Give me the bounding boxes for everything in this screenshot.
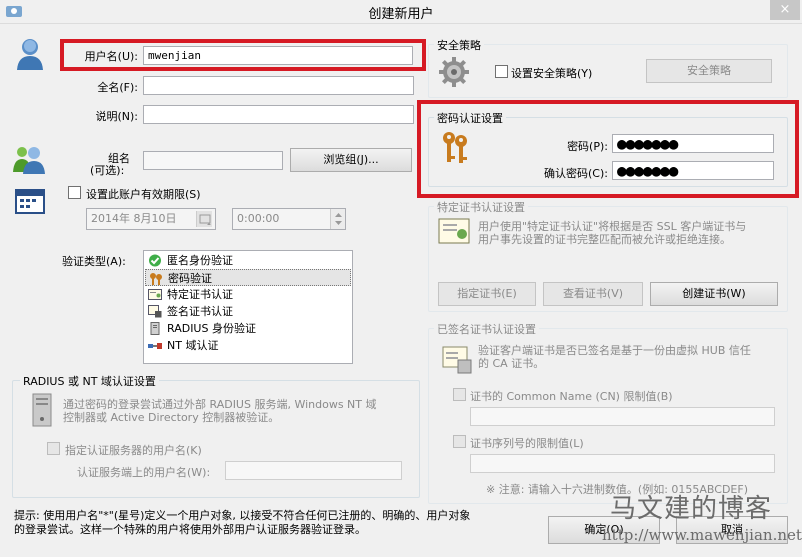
auth-type-item-label: 特定证书认证: [167, 288, 233, 301]
specify-cert-button[interactable]: 指定证书(E): [438, 282, 536, 306]
confirm-password-input[interactable]: ●●●●●●●: [612, 161, 774, 180]
cn-limit-input[interactable]: [470, 407, 775, 426]
fullname-label: 全名(F):: [97, 81, 138, 94]
password-group-title: 密码认证设置: [434, 110, 506, 126]
radius-desc-line2: 控制器或 Active Directory 控制器被验证。: [63, 411, 280, 424]
keys-icon: [440, 130, 470, 166]
security-policy-checkbox-label: 设置安全策略(Y): [511, 67, 593, 80]
network-cable-icon: [148, 339, 162, 352]
auth-type-item[interactable]: 签名证书认证: [145, 303, 351, 320]
expiry-time-input[interactable]: 0:00:00: [232, 208, 346, 230]
fullname-input[interactable]: [143, 76, 414, 95]
time-spinner[interactable]: [330, 209, 345, 229]
specify-server-username-label: 指定认证服务器的用户名(K): [65, 444, 202, 457]
signed-certificate-icon: [148, 305, 162, 318]
server-icon: [30, 393, 54, 427]
group-icon: [12, 144, 46, 174]
server-username-input[interactable]: [225, 461, 402, 480]
watermark-url: http://www.mawenjian.net/: [602, 526, 802, 544]
view-cert-button[interactable]: 查看证书(V): [543, 282, 643, 306]
serial-limit-label: 证书序列号的限制值(L): [470, 437, 584, 450]
signed-cert-group-title: 已签名证书认证设置: [434, 321, 539, 337]
server-icon: [148, 322, 162, 335]
specific-cert-group-title: 特定证书认证设置: [434, 199, 528, 215]
auth-type-item[interactable]: RADIUS 身份验证: [145, 320, 351, 337]
watermark-text: 马文建的博客: [610, 494, 773, 524]
user-icon: [14, 36, 46, 72]
auth-type-list[interactable]: 匿名身份验证 密码验证特定证书认证 签名证书认证 RADIUS 身份验证 NT 域认证: [143, 250, 353, 364]
signed-certificate-icon: [442, 346, 472, 374]
auth-type-item-label: RADIUS 身份验证: [167, 322, 256, 335]
window-title: 创建新用户: [368, 7, 434, 22]
confirm-password-label: 确认密码(C):: [544, 167, 608, 180]
hint-line2: 的登录尝试。这样一个特殊的用户将使用外部用户认证服务器验证登录。: [14, 523, 366, 536]
group-input[interactable]: [143, 151, 283, 170]
green-check-icon: [148, 254, 162, 267]
specific-cert-desc-line2: 用户事先设置的证书完整匹配而被允许或拒绝连接。: [478, 233, 731, 246]
password-input[interactable]: ●●●●●●●: [612, 134, 774, 153]
expiry-checkbox-label: 设置此账户有效期限(S): [86, 188, 201, 201]
description-input[interactable]: [143, 105, 414, 124]
description-label: 说明(N):: [95, 110, 138, 123]
specify-server-username-checkbox[interactable]: [47, 442, 60, 455]
radius-group-title: RADIUS 或 NT 域认证设置: [20, 373, 159, 389]
auth-type-item-label: 匿名身份验证: [167, 254, 233, 267]
security-policy-checkbox[interactable]: [495, 65, 508, 78]
auth-type-item[interactable]: 特定证书认证: [145, 286, 351, 303]
serial-limit-checkbox[interactable]: [453, 435, 466, 448]
close-button[interactable]: ×: [770, 0, 800, 20]
certificate-icon: [148, 288, 162, 301]
group-label-line2: (可选):: [90, 164, 125, 177]
calendar-dropdown-icon[interactable]: [196, 211, 212, 227]
auth-type-item[interactable]: 密码验证: [145, 269, 351, 286]
auth-type-item-label: 密码验证: [168, 272, 212, 285]
policy-group-title: 安全策略: [434, 37, 484, 53]
auth-type-item[interactable]: 匿名身份验证: [145, 252, 351, 269]
keys-icon: [149, 272, 163, 285]
expiry-checkbox[interactable]: [68, 186, 81, 199]
username-input[interactable]: mwenjian: [143, 46, 413, 65]
security-policy-button[interactable]: 安全策略: [646, 59, 772, 83]
auth-type-item-label: 签名证书认证: [167, 305, 233, 318]
password-label: 密码(P):: [567, 140, 608, 153]
username-label: 用户名(U):: [84, 50, 138, 63]
browse-group-button[interactable]: 浏览组(J)...: [290, 148, 412, 172]
gear-icon: [438, 56, 470, 88]
server-username-label: 认证服务端上的用户名(W):: [77, 466, 211, 479]
auth-type-item-label: NT 域认证: [167, 339, 219, 352]
signed-cert-desc-line2: 的 CA 证书。: [478, 357, 545, 370]
create-cert-button[interactable]: 创建证书(W): [650, 282, 778, 306]
cn-limit-checkbox[interactable]: [453, 388, 466, 401]
calendar-icon: [14, 186, 46, 214]
auth-type-label: 验证类型(A):: [62, 255, 126, 268]
auth-type-item[interactable]: NT 域认证: [145, 337, 351, 354]
cn-limit-label: 证书的 Common Name (CN) 限制值(B): [470, 390, 673, 403]
certificate-icon: [438, 218, 470, 244]
serial-limit-input[interactable]: [470, 454, 775, 473]
